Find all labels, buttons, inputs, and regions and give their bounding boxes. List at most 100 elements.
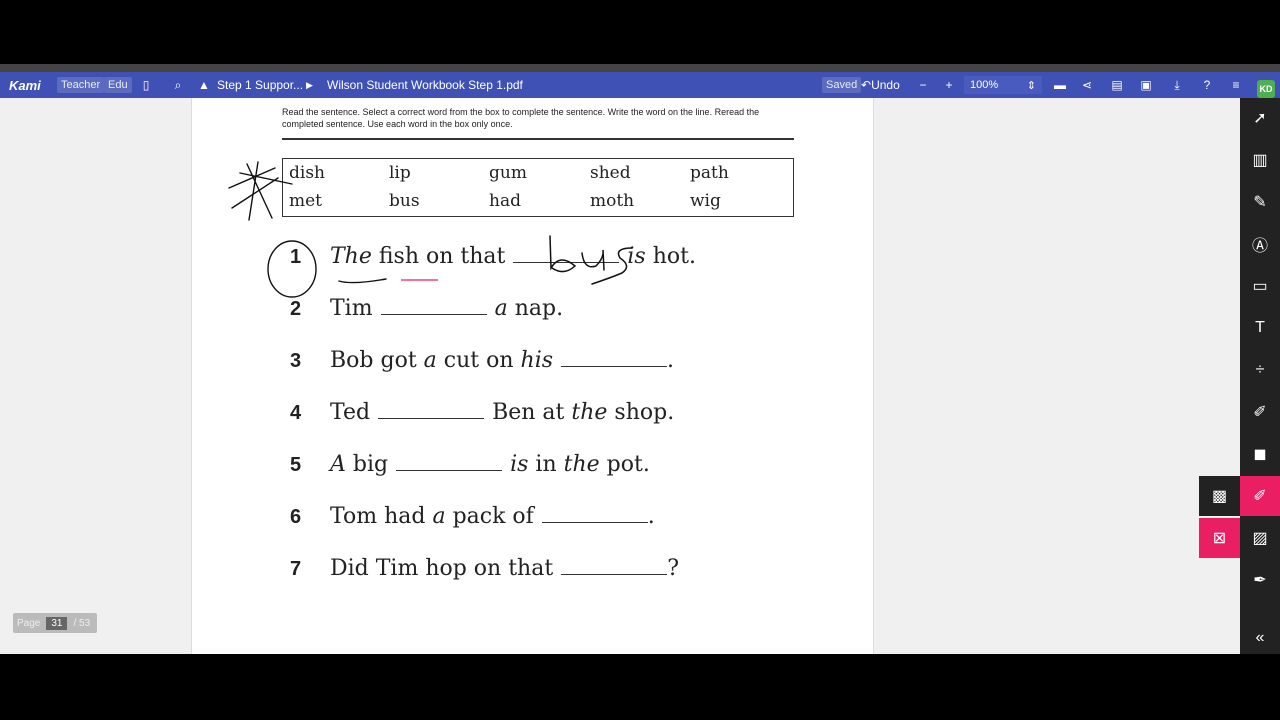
sentence-text: is: [627, 244, 646, 269]
answer-blank[interactable]: [561, 349, 668, 367]
word: moth: [590, 191, 635, 211]
word: lip: [389, 163, 411, 183]
eraser-tool-icon[interactable]: ✐: [1240, 476, 1280, 516]
collapse-sidebar-icon[interactable]: «: [1240, 618, 1280, 658]
equation-tool-icon[interactable]: ÷: [1240, 350, 1280, 390]
save-icon[interactable]: ▣: [1139, 78, 1153, 92]
sentence-text: cut on: [443, 348, 514, 373]
word: had: [489, 191, 521, 211]
word: shed: [590, 163, 631, 183]
sentence-5: 5 A big is in the pot.: [290, 452, 650, 477]
divider: [282, 138, 794, 140]
search-icon[interactable]: ⌕: [171, 78, 185, 92]
sentence-number: 3: [290, 350, 302, 372]
zoom-select[interactable]: 100% ⇕: [964, 76, 1042, 94]
answer-blank[interactable]: [513, 245, 620, 263]
sentence-7: 7 Did Tim hop on that ?: [290, 556, 679, 581]
sentence-number: 1: [290, 246, 302, 268]
zoom-out-icon[interactable]: −: [916, 78, 930, 92]
highlighter-tool-icon[interactable]: ✎: [1240, 182, 1280, 222]
undo-icon: ↶: [861, 78, 872, 92]
sentence-number: 7: [290, 558, 302, 580]
zoom-value: 100%: [970, 79, 999, 91]
dictionary-tool-icon[interactable]: ▥: [1240, 140, 1280, 180]
file-name[interactable]: Wilson Student Workbook Step 1.pdf: [327, 72, 523, 98]
select-tool-icon[interactable]: ➚: [1240, 98, 1280, 138]
screen: Kami Teacher Edu ▯ ⌕ ▲ Step 1 Suppor... …: [0, 0, 1280, 720]
word-box: dish lip gum shed path met bus had moth …: [282, 158, 794, 217]
sentence-number: 2: [290, 298, 302, 320]
text-highlight-tool-icon[interactable]: Ⓐ: [1240, 224, 1280, 264]
page-label: Page: [17, 617, 41, 629]
saved-status: Saved: [822, 77, 862, 93]
sidebar-toggle-icon[interactable]: ▯: [139, 78, 153, 92]
answer-blank[interactable]: [380, 297, 487, 315]
zoom-dropdown-icon: ⇕: [1026, 79, 1036, 92]
sentence-text: is: [510, 452, 529, 477]
sentence-text: a: [494, 296, 508, 321]
zoom-in-icon[interactable]: +: [942, 78, 956, 92]
sentence-text: .: [647, 504, 655, 529]
document-workspace[interactable]: Read the sentence. Select a correct word…: [0, 98, 1240, 654]
word: gum: [489, 163, 527, 183]
sentence-text: Ben at: [492, 400, 565, 425]
answer-blank[interactable]: [561, 557, 668, 575]
text-tool-icon[interactable]: T: [1240, 308, 1280, 348]
folder-breadcrumb[interactable]: Step 1 Suppor...: [217, 72, 303, 98]
sentence-text: .: [667, 348, 675, 373]
comment-tool-icon[interactable]: ▭: [1240, 266, 1280, 306]
sentence-text: fish on that: [378, 244, 506, 269]
kami-logo[interactable]: Kami: [9, 72, 41, 98]
sentence-text: The: [330, 244, 372, 269]
share-icon[interactable]: ⋖: [1080, 78, 1094, 92]
answer-blank[interactable]: [378, 401, 485, 419]
sentence-text: Tom had: [330, 504, 426, 529]
add-media-tool-icon[interactable]: ▨: [1240, 518, 1280, 558]
eraser-object-icon[interactable]: ▩: [1199, 476, 1240, 516]
word: wig: [690, 191, 721, 211]
sentence-text: pack of: [452, 504, 534, 529]
answer-blank[interactable]: [396, 453, 503, 471]
word: dish: [289, 163, 325, 183]
menu-icon[interactable]: ≡: [1229, 78, 1243, 92]
avatar[interactable]: KD: [1257, 80, 1275, 98]
edu-badge: Edu: [104, 77, 132, 93]
sentence-text: in: [535, 452, 557, 477]
top-gap: [0, 64, 1280, 72]
undo-label: Undo: [871, 78, 900, 92]
sentence-text: big: [352, 452, 389, 477]
top-toolbar: Kami Teacher Edu ▯ ⌕ ▲ Step 1 Suppor... …: [0, 72, 1280, 98]
sentence-6: 6 Tom had a pack of .: [290, 504, 655, 529]
sentence-text: a: [423, 348, 437, 373]
print-icon[interactable]: ▤: [1110, 78, 1124, 92]
download-icon[interactable]: ⤓: [1170, 78, 1184, 92]
drawing-tool-icon[interactable]: ✐: [1240, 392, 1280, 432]
eraser-area-icon[interactable]: ⊠: [1199, 518, 1240, 558]
sentence-3: 3 Bob got a cut on his .: [290, 348, 674, 373]
breadcrumb-separator-icon: ▶: [306, 79, 313, 90]
word: bus: [389, 191, 420, 211]
undo-button[interactable]: ↶ Undo: [861, 72, 900, 98]
signature-tool-icon[interactable]: ✒: [1240, 560, 1280, 600]
help-icon[interactable]: ?: [1200, 78, 1214, 92]
bottom-black-bar: [0, 654, 1280, 720]
pdf-page[interactable]: Read the sentence. Select a correct word…: [191, 98, 874, 654]
sentence-text: Did Tim hop on that: [330, 556, 554, 581]
shapes-tool-icon[interactable]: ◼: [1240, 434, 1280, 474]
tool-sidebar: ➚ ▥ ✎ Ⓐ ▭ T ÷ ✐ ◼ ✐ ▨ ✒ «: [1240, 98, 1280, 654]
sentence-text: pot.: [606, 452, 650, 477]
sentence-text: Bob got: [330, 348, 417, 373]
sentence-number: 4: [290, 402, 302, 424]
answer-blank[interactable]: [541, 505, 648, 523]
drive-icon: ▲: [198, 78, 210, 92]
underline-mark: [338, 278, 387, 284]
page-number-input[interactable]: 31: [46, 616, 68, 630]
teacher-badge: Teacher: [57, 77, 105, 93]
open-folder-icon[interactable]: ▬: [1053, 78, 1067, 92]
sentence-2: 2 Tim a nap.: [290, 296, 563, 321]
page-indicator: Page 31 / 53: [13, 613, 97, 633]
sentence-number: 5: [290, 454, 302, 476]
sentence-text: the: [563, 452, 600, 477]
sentence-text: his: [520, 348, 554, 373]
sentence-text: the: [571, 400, 608, 425]
